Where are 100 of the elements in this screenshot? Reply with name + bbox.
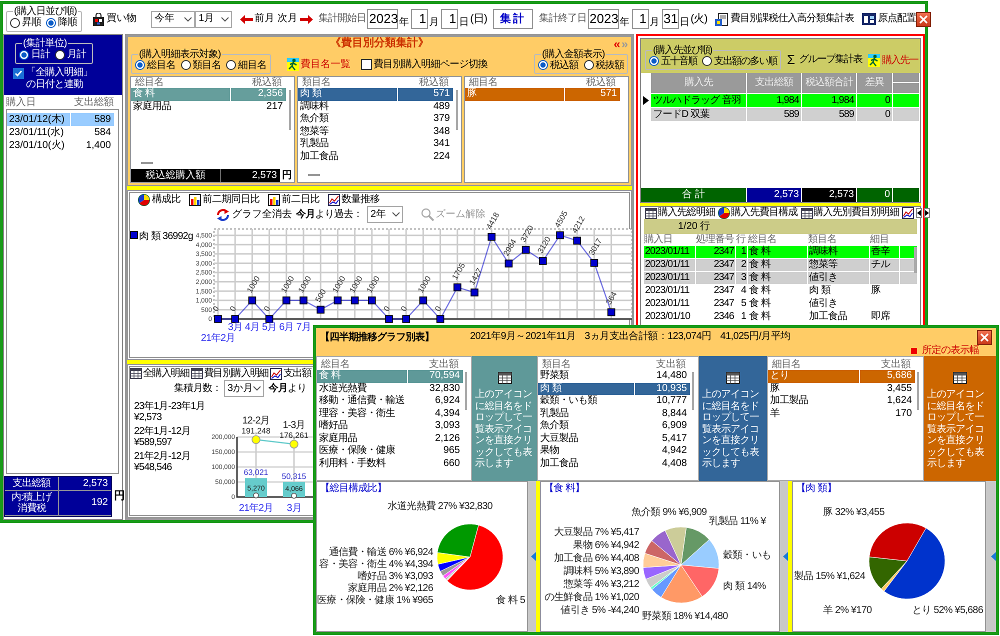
date-cell: 23/01/11(水) <box>7 126 71 138</box>
summary-text: 22年1月-12月 ¥589,597 <box>134 426 192 448</box>
unit-label: 円 <box>114 490 125 503</box>
name-cell-text: 加工食品 <box>299 150 339 163</box>
name-cell-text: 家庭用品 <box>318 432 358 444</box>
period-summary: 41,025円/月平均 <box>720 331 790 342</box>
hint-text: 上のアイコンに総目名をドロップして一覧表示アイコンを直接クリックしても表示します <box>927 389 985 470</box>
slice-label: 値引き 5% -¥4,240 <box>560 605 639 616</box>
column-header: 支出総額 <box>747 73 802 93</box>
table-cell: 加工食品 <box>808 311 870 323</box>
table-cell: 値引き <box>808 272 870 284</box>
name-cell-text: 医療・保険・健康 <box>318 445 396 458</box>
amount-cell-text: 348 <box>432 126 451 138</box>
table-cell: 2347 <box>696 272 736 284</box>
slice-label: 大豆製品 7% ¥5,417 <box>554 527 639 538</box>
data-label: 1-3月 176,261 <box>280 420 308 440</box>
amount-cell-text: 379 <box>432 113 451 126</box>
name-cell-text: 魚介類 <box>299 113 330 126</box>
total-value: 192 <box>59 491 111 516</box>
slice-label: 容・美容・衛生 4% ¥4,394 <box>319 559 433 570</box>
data-label: 500 <box>314 288 328 304</box>
table-cell: 2347 <box>696 259 736 271</box>
slice-label: 通信費・輸送 6% ¥6,924 <box>328 547 433 558</box>
unit-label: 月 <box>429 16 440 28</box>
amount-cell-text: 2,126 <box>434 432 461 445</box>
name-cell-text: 嗜好品 <box>318 420 348 432</box>
table-cell: フードD 双葉 <box>651 108 747 121</box>
name-cell-text: 調味料 <box>299 100 330 112</box>
amount-cell-text: 5,686 <box>886 370 913 382</box>
group-title: (購入明細表示対象) <box>138 48 222 60</box>
amount-cell-text: 571 <box>432 88 451 100</box>
period-summary: 2021年9月～2021年11月 <box>470 331 576 342</box>
column-header: 支出総額 <box>74 96 114 108</box>
column-header: 支出額 <box>880 359 912 370</box>
table-cell: 2 <box>736 259 748 271</box>
unit-label: 年 <box>620 16 630 28</box>
column-header: 行 <box>736 234 747 245</box>
total-label: 合 計 <box>641 188 747 202</box>
name-cell-text: 乳製品 <box>299 138 330 150</box>
name-cell-text: 羊 <box>769 408 781 420</box>
amount-cell-text: 10,935 <box>655 382 688 395</box>
data-label: 0 <box>399 304 410 313</box>
chart-title: 【総目構成比】 <box>319 482 388 495</box>
data-label: 12-2月 191,248 <box>242 416 270 436</box>
amount-cell-text: 584 <box>93 126 112 138</box>
name-cell-text: 乳製品 <box>539 408 570 420</box>
amount-cell-text: 5,417 <box>660 432 688 445</box>
axis-label: 21年2月 <box>200 333 236 344</box>
column-header: 細目名 <box>468 77 498 88</box>
amount-cell-text: 341 <box>432 138 451 150</box>
slice-label: 家庭用品 2% ¥2,126 <box>348 583 433 594</box>
slice-label: 惣菜等 4% ¥3,212 <box>564 579 639 590</box>
total-label: 支出総額 <box>5 476 59 491</box>
summary-text: 21年2月-12月 ¥548,546 <box>134 451 192 473</box>
amount-cell-text: 2,356 <box>256 88 284 100</box>
total-value: 2,573 <box>59 476 111 491</box>
slice-label: 嗜好品 3% ¥3,093 <box>358 571 433 582</box>
unit-label: 日 <box>680 16 690 28</box>
unit-label: 月 <box>650 16 660 28</box>
column-header: 購入日 <box>644 234 674 245</box>
name-cell-text: 家庭用品 <box>132 100 172 113</box>
table-cell: 惣菜等 <box>808 259 870 271</box>
table-cell: 食 料 <box>748 285 808 297</box>
axis-label: 5月 <box>262 322 277 333</box>
period-label: 今月より <box>268 382 306 394</box>
amount-cell-text: 6,924 <box>434 395 461 408</box>
table-cell: 2023/01/11 <box>644 285 696 297</box>
name-cell-text: 魚介類 <box>539 420 570 432</box>
axis-label: 21年2月 <box>238 503 274 514</box>
axis-label: 4月 <box>244 322 260 333</box>
slice-label: 食 料 5 <box>496 595 525 606</box>
name-cell: 肉 類 <box>538 382 635 395</box>
period-summary: 3ヵ月支出合計額：123,074円 <box>584 331 712 342</box>
data-label: 0 <box>262 304 272 313</box>
name-cell-text: 加工食品 <box>539 458 579 470</box>
slice-label: 加工食品 6% ¥4,408 <box>554 553 639 564</box>
amount-cell-text: 660 <box>442 458 461 470</box>
slice-label: 魚介類 9% ¥6,909 <box>631 507 707 518</box>
column-header: 処理番号 <box>696 234 735 245</box>
slice-label: 医療・保険・健康 1% ¥965 <box>317 595 433 606</box>
column-header: 類目名 <box>301 77 332 88</box>
amount-cell-text: 571 <box>599 88 618 100</box>
slice-label: 肉 類 14% <box>723 581 766 592</box>
name-cell-text: 野菜類 <box>539 370 570 382</box>
chart-title: 【肉 類】 <box>795 482 838 495</box>
column-header: 税込額 <box>418 77 450 88</box>
slice-label: 豚 32% ¥3,455 <box>823 507 884 518</box>
total-value: 2,573 <box>747 188 802 202</box>
panel-title: 《費目別分類集計》 <box>330 37 429 50</box>
table-cell: 5 <box>736 298 748 310</box>
table-cell: 食 料 <box>748 272 808 284</box>
column-header: 類目名 <box>541 359 572 370</box>
amount-cell-text: 224 <box>432 150 451 163</box>
table-cell: ツルハドラッグ 音羽 <box>651 94 747 107</box>
table-cell: 1,984 <box>802 94 857 107</box>
total-value: 2,573 <box>802 188 857 202</box>
table-cell: 1,984 <box>747 94 802 107</box>
unit-label: 年 <box>399 16 410 28</box>
table-cell: 2023/01/11 <box>644 272 696 284</box>
amount-cell-text: 8,844 <box>660 408 688 420</box>
